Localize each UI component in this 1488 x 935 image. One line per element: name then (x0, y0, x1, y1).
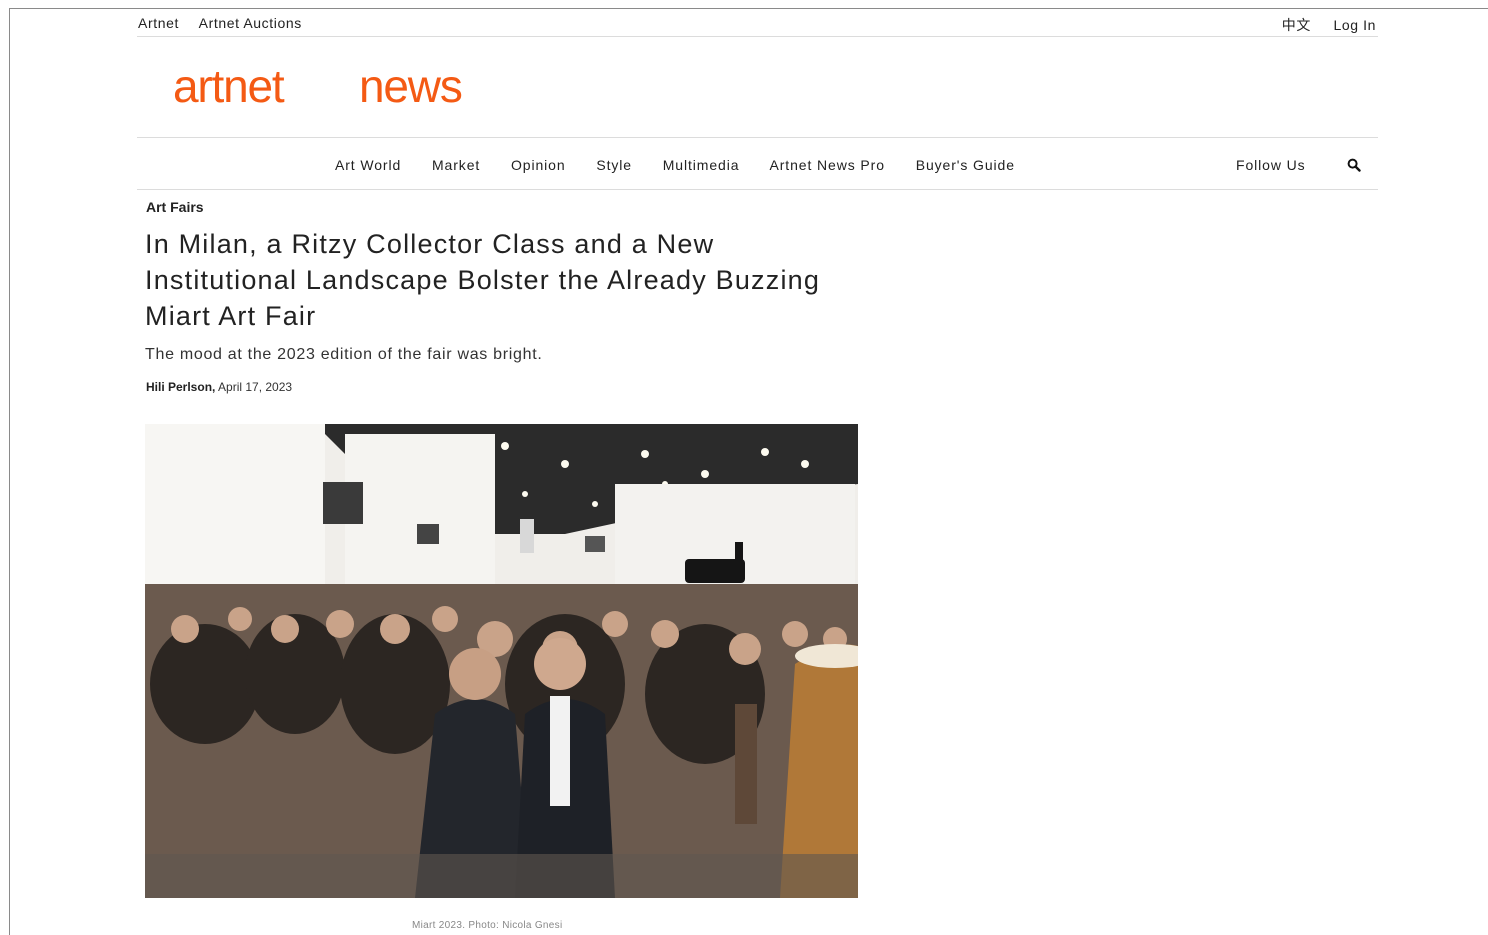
publish-date: April 17, 2023 (218, 380, 293, 394)
image-caption: Miart 2023. Photo: Nicola Gnesi (412, 920, 563, 931)
top-utility-bar: Artnet Artnet Auctions 中文 Log In (137, 14, 1378, 37)
author-name[interactable]: Hili Perlson, (146, 380, 215, 394)
article-byline: Hili Perlson, April 17, 2023 (146, 380, 292, 394)
article-category[interactable]: Art Fairs (146, 199, 204, 215)
site-logo[interactable]: artnet news (173, 60, 463, 112)
nav-art-world[interactable]: Art World (335, 157, 401, 173)
search-icon[interactable] (1347, 158, 1361, 172)
article-hero-image (145, 424, 858, 898)
article-subtitle: The mood at the 2023 edition of the fair… (145, 346, 543, 363)
nav-style[interactable]: Style (596, 157, 632, 173)
language-switch[interactable]: 中文 (1282, 17, 1311, 33)
follow-us-button[interactable]: Follow Us (1236, 157, 1306, 173)
logo-news: news (359, 60, 463, 112)
article-title: In Milan, a Ritzy Collector Class and a … (145, 229, 821, 331)
nav-artnet-news-pro[interactable]: Artnet News Pro (769, 157, 884, 173)
nav-multimedia[interactable]: Multimedia (663, 157, 740, 173)
nav-buyers-guide[interactable]: Buyer's Guide (916, 157, 1015, 173)
main-navigation: Art World Market Opinion Style Multimedi… (137, 137, 1378, 190)
login-link[interactable]: Log In (1333, 17, 1376, 33)
nav-market[interactable]: Market (432, 157, 480, 173)
logo-artnet: artnet (173, 60, 285, 112)
nav-opinion[interactable]: Opinion (511, 157, 566, 173)
artnet-link[interactable]: Artnet (138, 15, 179, 31)
artnet-auctions-link[interactable]: Artnet Auctions (199, 15, 302, 31)
